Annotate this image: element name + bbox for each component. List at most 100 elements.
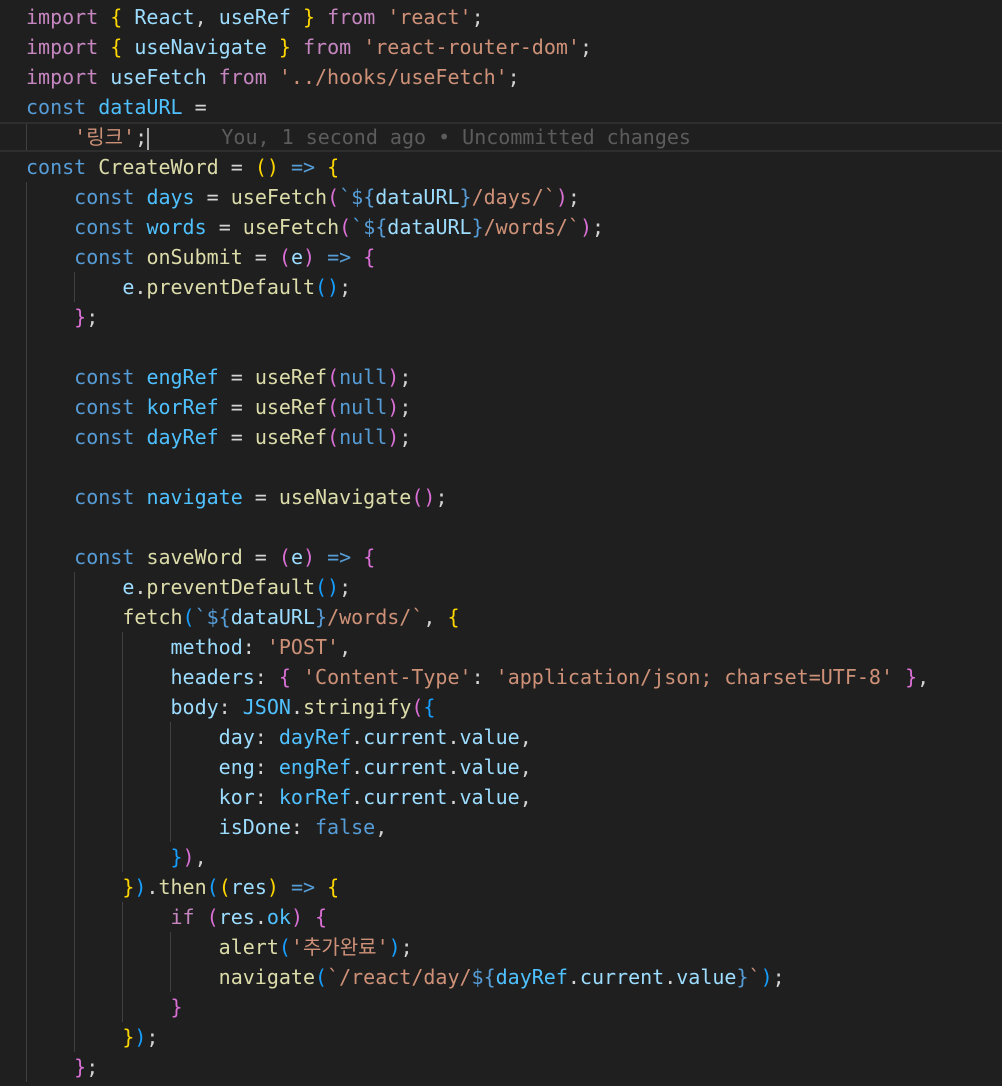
code-token: useFetch (110, 65, 207, 89)
code-token: ( (411, 695, 424, 719)
code-line[interactable]: body: JSON.stringify({ (26, 692, 436, 722)
current-code-line[interactable]: '링크'; You, 1 second ago • Uncommitted ch… (0, 122, 1002, 152)
code-token: current (363, 785, 448, 809)
code-line[interactable]: isDone: false, (26, 812, 388, 842)
code-token: ( (278, 935, 291, 959)
code-token: body (170, 695, 219, 719)
code-token: = (218, 425, 255, 449)
code-token: = (194, 185, 231, 209)
code-token: = (218, 365, 255, 389)
code-token: stringify (302, 695, 412, 719)
code-line[interactable]: alert('추가완료'); (26, 932, 413, 962)
code-token: ; (399, 365, 412, 389)
code-token: from (302, 35, 352, 59)
code-editor[interactable]: import { React, useRef } from 'react'; im… (0, 0, 1002, 1086)
code-token: current (363, 755, 448, 779)
code-token: isDone (218, 815, 291, 839)
code-token: . (351, 785, 364, 809)
code-token: { (110, 35, 123, 59)
code-token: 'POST' (266, 635, 340, 659)
code-token: ) (555, 185, 568, 209)
code-line[interactable]: import { useNavigate } from 'react-route… (26, 32, 592, 62)
code-line[interactable]: }).then((res) => { (26, 872, 339, 902)
code-token: : (218, 695, 243, 719)
code-line[interactable]: e.preventDefault(); (26, 272, 351, 302)
code-line[interactable]: fetch(`${dataURL}/words/`, { (26, 602, 460, 632)
code-line[interactable]: }; (26, 302, 98, 332)
code-line[interactable]: }; (26, 1052, 98, 1082)
code-token: () (411, 485, 436, 509)
code-token: ) (302, 545, 316, 569)
code-line[interactable]: if (res.ok) { (26, 902, 328, 932)
code-token: res (218, 905, 255, 929)
code-line[interactable]: headers: { 'Content-Type': 'application/… (26, 662, 930, 692)
code-token: { (447, 605, 460, 629)
code-line[interactable]: } (26, 992, 183, 1022)
code-token: => (327, 245, 352, 269)
code-line[interactable]: const CreateWord = () => { (26, 152, 339, 182)
code-token: => (290, 875, 316, 899)
code-line[interactable]: const dataURL = (26, 92, 207, 122)
code-token: . (351, 725, 364, 749)
code-line[interactable]: const engRef = useRef(null); (26, 362, 411, 392)
code-token: } (74, 305, 87, 329)
code-line[interactable]: e.preventDefault(); (26, 572, 351, 602)
code-token: const (74, 485, 135, 509)
code-token: useFetch (242, 215, 340, 239)
code-token: useRef (218, 5, 291, 29)
code-token: . (290, 695, 303, 719)
code-line[interactable]: }); (26, 1022, 158, 1052)
code-line[interactable]: }), (26, 842, 207, 872)
code-line[interactable]: const korRef = useRef(null); (26, 392, 411, 422)
code-token: } (315, 605, 328, 629)
code-line[interactable]: kor: korRef.current.value, (26, 782, 532, 812)
code-token: ` (748, 965, 761, 989)
code-token: saveWord (146, 545, 243, 569)
code-token: ; (135, 125, 148, 149)
code-line[interactable]: import useFetch from '../hooks/useFetch'… (26, 62, 520, 92)
code-token: import (26, 35, 99, 59)
code-line[interactable]: const words = useFetch(`${dataURL}/words… (26, 212, 604, 242)
code-token: . (664, 965, 677, 989)
code-token: const (74, 185, 135, 209)
code-token: onSubmit (146, 245, 243, 269)
code-token: useFetch (230, 185, 328, 209)
code-line[interactable]: const saveWord = (e) => { (26, 542, 375, 572)
code-line[interactable]: const onSubmit = (e) => { (26, 242, 375, 272)
code-line[interactable]: eng: engRef.current.value, (26, 752, 532, 782)
code-token: e (290, 545, 303, 569)
code-line[interactable]: navigate(`/react/day/${dayRef.current.va… (26, 962, 785, 992)
code-line[interactable]: import { React, useRef } from 'react'; (26, 2, 484, 32)
code-line[interactable]: const days = useFetch(`${dataURL}/days/`… (26, 182, 580, 212)
code-token: 'react' (387, 5, 472, 29)
code-line[interactable]: day: dayRef.current.value, (26, 722, 532, 752)
code-token: preventDefault (146, 275, 315, 299)
code-token: = (242, 545, 279, 569)
code-token: dataURL (375, 185, 460, 209)
code-token: ; (772, 965, 785, 989)
code-token: const (74, 425, 135, 449)
code-token: , (519, 785, 532, 809)
code-token: ; (400, 935, 413, 959)
code-token: ) (290, 905, 303, 929)
code-token: , (423, 605, 448, 629)
code-line[interactable]: const navigate = useNavigate(); (26, 482, 447, 512)
code-line[interactable]: method: 'POST', (26, 632, 352, 662)
code-line[interactable]: const dayRef = useRef(null); (26, 422, 411, 452)
code-token: , (519, 725, 532, 749)
code-token: . (254, 905, 267, 929)
